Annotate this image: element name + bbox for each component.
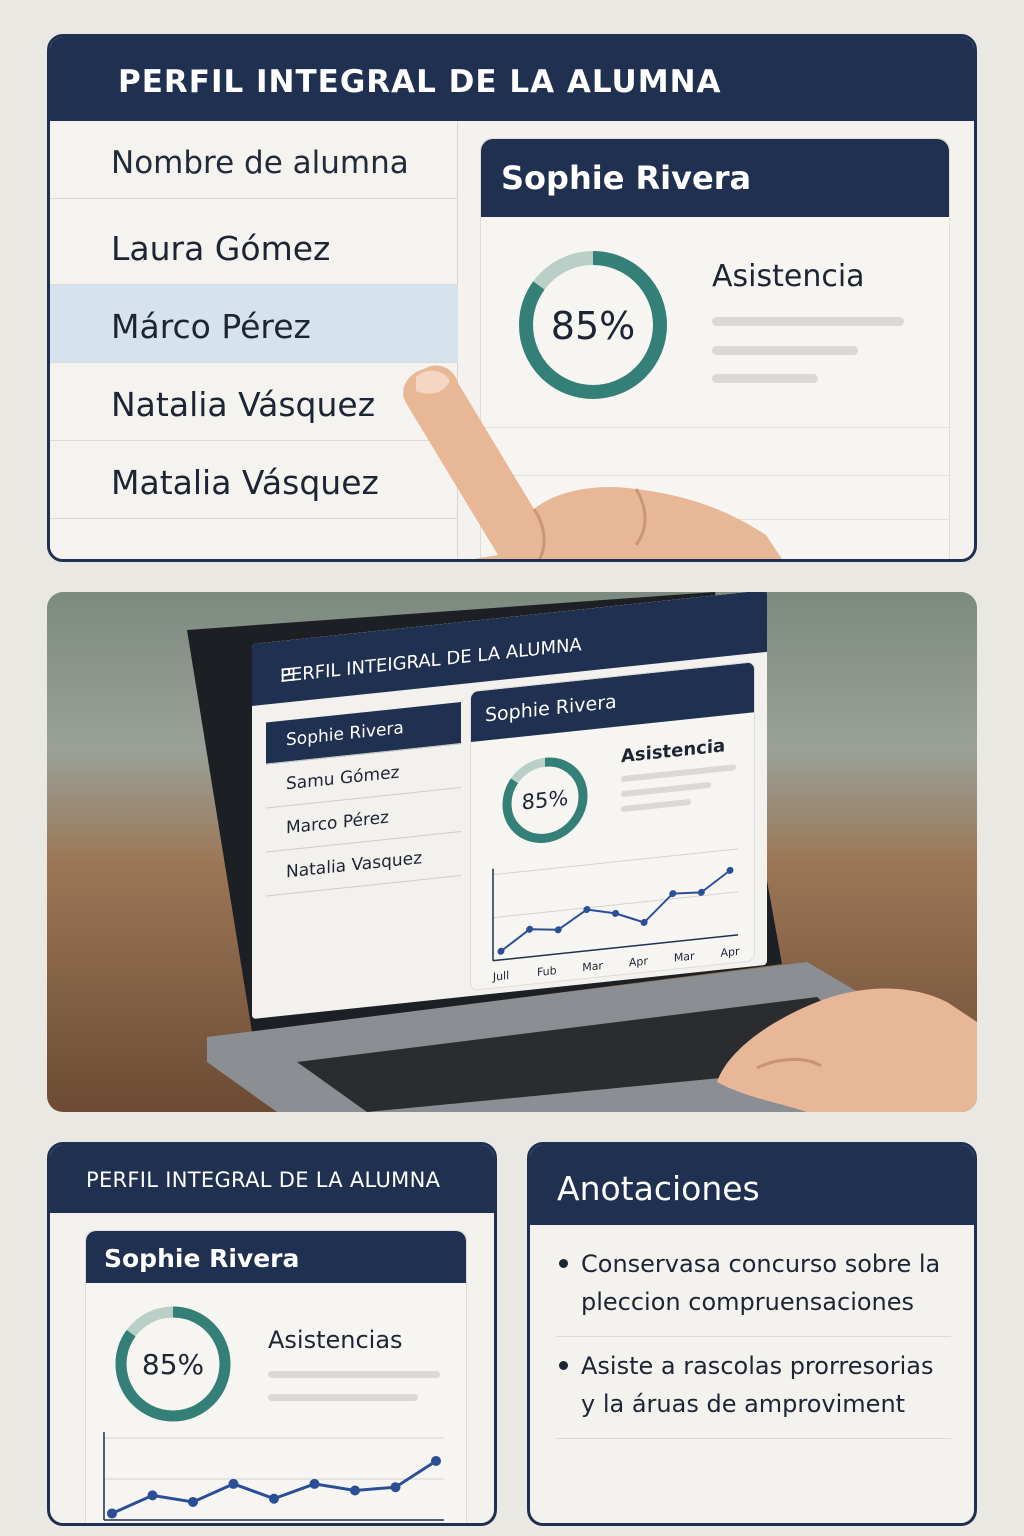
- donut-label: 85%: [522, 785, 569, 815]
- bullet-icon: [559, 1259, 568, 1268]
- list-header: Nombre de alumna: [50, 121, 458, 199]
- annotations-panel: Anotaciones Conservasa concurso sobre la…: [527, 1142, 977, 1526]
- student-name-title: Sophie Rivera: [485, 690, 617, 727]
- data-point: [309, 1478, 320, 1489]
- metric-label: Asistencia: [621, 735, 726, 768]
- donut-label: 85%: [142, 1348, 204, 1381]
- data-point: [269, 1493, 279, 1504]
- grid-line: [493, 848, 738, 876]
- bullet-icon: [559, 1361, 568, 1370]
- student-name: Laura Gómez: [111, 229, 331, 268]
- detail-header: Sophie Rivera: [86, 1231, 466, 1283]
- note-text: Conservasa concurso sobre la pleccion co…: [581, 1250, 941, 1316]
- tick-label: Jull: [492, 969, 509, 984]
- placeholder-line: [712, 346, 858, 355]
- attendance-donut: 85%: [502, 757, 588, 843]
- student-name: Marco Pérez: [286, 807, 389, 839]
- panel-header: PERFIL INTEGRAL DE LA ALUMNA: [50, 37, 974, 121]
- student-name: Natalia Vásquez: [111, 385, 376, 424]
- placeholder-line: [268, 1371, 440, 1378]
- x-axis: [493, 934, 738, 962]
- data-point: [612, 909, 619, 917]
- laptop-photo-panel: PERFIL INTEIGRAL DE LA ALUMNA ☰ Sophie R…: [47, 592, 977, 1112]
- data-point: [390, 1482, 401, 1493]
- profile-panel-main: PERFIL INTEGRAL DE LA ALUMNA Nombre de a…: [47, 34, 977, 562]
- data-point: [147, 1490, 158, 1501]
- panel-title: PERFIL INTEGRAL DE LA ALUMNA: [86, 1168, 441, 1192]
- list-item[interactable]: Laura Gómez: [50, 207, 458, 285]
- student-name: Matalia Vásquez: [111, 463, 379, 502]
- student-name: Samu Gómez: [286, 762, 400, 795]
- laptop-screen: PERFIL INTEIGRAL DE LA ALUMNA ☰ Sophie R…: [252, 592, 767, 1019]
- profile-panel-summary: PERFIL INTEGRAL DE LA ALUMNA Sophie Rive…: [47, 1142, 497, 1526]
- data-point: [640, 918, 648, 926]
- placeholder-line: [621, 764, 736, 783]
- tick-label: Fub: [537, 964, 557, 979]
- data-point: [497, 947, 505, 955]
- screen-student-list: Sophie Rivera Samu Gómez Marco Pérez Nat…: [266, 702, 461, 942]
- tick-label: Apr: [720, 945, 739, 960]
- placeholder-line: [621, 798, 691, 813]
- data-point: [726, 866, 734, 874]
- list-item-selected[interactable]: Márco Pérez: [50, 285, 458, 363]
- data-point: [669, 890, 677, 898]
- note-item: Asiste a rascolas prorresorias y la árua…: [556, 1339, 951, 1439]
- screen-detail-card: Sophie Rivera 85% Asistencia Jull Fub Mar A…: [470, 661, 755, 992]
- data-point: [107, 1508, 117, 1519]
- placeholder-line: [268, 1394, 418, 1401]
- donut-label: 85%: [551, 304, 635, 348]
- placeholder-line: [621, 781, 711, 798]
- note-item: Conservasa concurso sobre la pleccion co…: [556, 1237, 951, 1337]
- data-point: [554, 926, 562, 934]
- data-point: [228, 1478, 239, 1489]
- pointing-hand-icon: [403, 365, 782, 559]
- panel-header: PERFIL INTEGRAL DE LA ALUMNA: [50, 1145, 494, 1213]
- placeholder-line: [712, 317, 904, 326]
- student-name-title: Sophie Rivera: [501, 159, 752, 197]
- metric-label: Asistencias: [268, 1326, 403, 1354]
- metric-label: Asistencia: [712, 259, 865, 294]
- panel-header: Anotaciones: [530, 1145, 974, 1225]
- panel-title: Anotaciones: [557, 1169, 760, 1208]
- student-detail-card: Sophie Rivera 85% Asistencias: [85, 1230, 467, 1523]
- panel-title: PERFIL INTEGRAL DE LA ALUMNA: [118, 64, 722, 100]
- tick-label: Mar: [582, 959, 603, 974]
- series-line: [111, 1459, 437, 1515]
- tick-label: Apr: [629, 954, 648, 969]
- data-point: [350, 1485, 360, 1496]
- detail-header: Sophie Rivera: [481, 139, 949, 217]
- student-name: Natalia Vasquez: [286, 848, 423, 883]
- attendance-donut: 85%: [115, 1306, 231, 1422]
- student-name: Sophie Rivera: [286, 718, 404, 751]
- note-text: Asiste a rascolas prorresorias y la árua…: [581, 1352, 934, 1418]
- typing-hand-icon: [717, 988, 977, 1112]
- list-header-label: Nombre de alumna: [111, 145, 409, 181]
- data-point: [431, 1455, 441, 1466]
- student-name: Márco Pérez: [111, 307, 311, 346]
- data-point: [188, 1496, 198, 1507]
- data-point: [526, 925, 534, 933]
- progress-line-chart: [103, 1432, 444, 1521]
- student-name-title: Sophie Rivera: [104, 1244, 300, 1273]
- data-point: [583, 906, 591, 914]
